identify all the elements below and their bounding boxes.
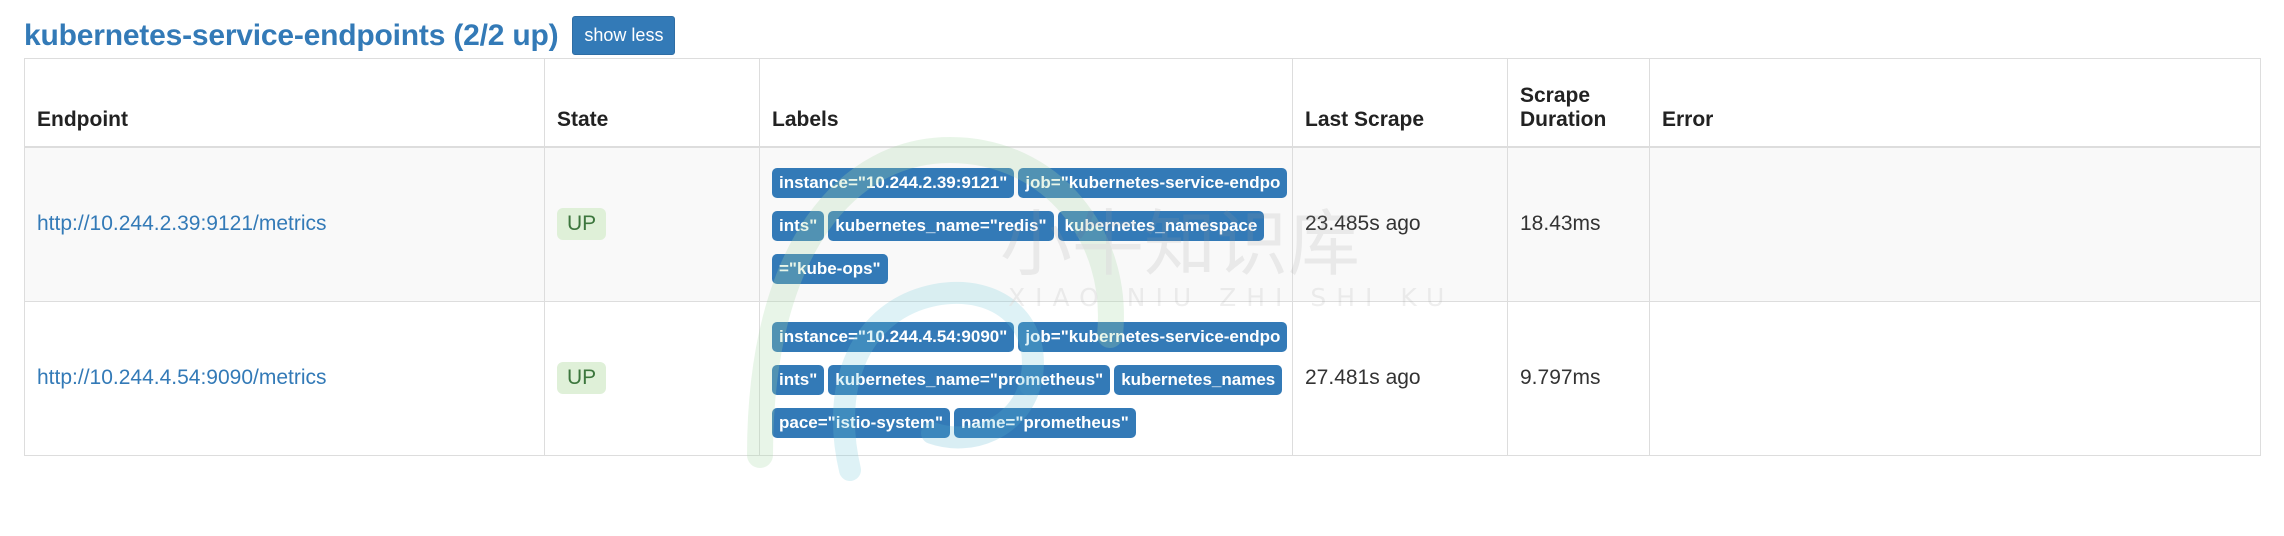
cell-scrape-duration: 9.797ms — [1507, 300, 1650, 456]
targets-table: Endpoint State Labels Last Scrape Scrape… — [24, 58, 2261, 456]
cell-labels: instance="10.244.4.54:9090" job="kubernet… — [759, 300, 1293, 456]
table-body: http://10.244.2.39:9121/metrics UP insta… — [24, 146, 2261, 456]
targets-table-container: Endpoint State Labels Last Scrape Scrape… — [0, 58, 2284, 456]
cell-last-scrape: 27.481s ago — [1292, 300, 1508, 456]
column-header-scrape-duration: Scrape Duration — [1507, 58, 1650, 148]
table-header: Endpoint State Labels Last Scrape Scrape… — [24, 58, 2261, 148]
show-less-button[interactable]: show less — [572, 15, 676, 55]
table-row: http://10.244.2.39:9121/metrics UP insta… — [24, 146, 2261, 302]
column-header-labels: Labels — [759, 58, 1293, 148]
cell-scrape-duration: 18.43ms — [1507, 146, 1650, 302]
label-chip: instance="10.244.4.54:9090" — [772, 321, 1015, 352]
label-chip: instance="10.244.2.39:9121" — [772, 167, 1015, 198]
endpoint-link[interactable]: http://10.244.4.54:9090/metrics — [37, 366, 327, 389]
cell-endpoint: http://10.244.4.54:9090/metrics — [24, 300, 545, 456]
table-row: http://10.244.4.54:9090/metrics UP insta… — [24, 300, 2261, 456]
prometheus-targets-page: kubernetes-service-endpoints (2/2 up) sh… — [0, 0, 2284, 536]
cell-state: UP — [544, 146, 760, 302]
label-chip: name="prometheus" — [954, 407, 1136, 438]
label-chip: kubernetes_name="prometheus" — [828, 364, 1111, 395]
status-badge: UP — [557, 208, 607, 241]
page-title: kubernetes-service-endpoints (2/2 up) — [24, 18, 559, 52]
column-header-last-scrape: Last Scrape — [1292, 58, 1508, 148]
label-chip: kubernetes_name="redis" — [828, 210, 1054, 241]
column-header-state: State — [544, 58, 760, 148]
cell-error — [1649, 146, 2261, 302]
table-header-row: Endpoint State Labels Last Scrape Scrape… — [24, 58, 2261, 148]
column-header-error: Error — [1649, 58, 2261, 148]
endpoint-link[interactable]: http://10.244.2.39:9121/metrics — [37, 212, 327, 235]
cell-error — [1649, 300, 2261, 456]
cell-labels: instance="10.244.2.39:9121" job="kubernet… — [759, 146, 1293, 302]
column-header-endpoint: Endpoint — [24, 58, 545, 148]
cell-last-scrape: 23.485s ago — [1292, 146, 1508, 302]
cell-endpoint: http://10.244.2.39:9121/metrics — [24, 146, 545, 302]
cell-state: UP — [544, 300, 760, 456]
job-header: kubernetes-service-endpoints (2/2 up) sh… — [0, 0, 2284, 58]
status-badge: UP — [557, 362, 607, 395]
